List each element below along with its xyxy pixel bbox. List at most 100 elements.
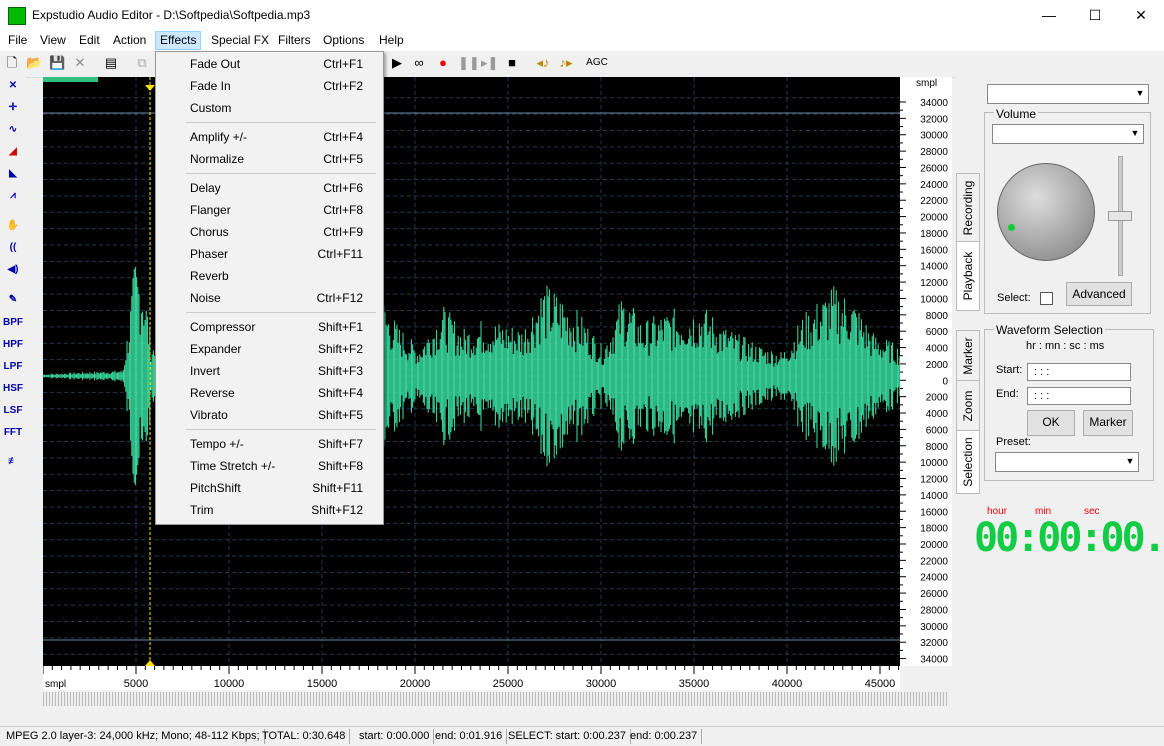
- effects-menu-item[interactable]: Expander Shift+F2: [156, 338, 383, 360]
- minimize-button[interactable]: —: [1026, 0, 1072, 30]
- amplify-icon[interactable]: ⩘: [3, 187, 23, 205]
- delete-icon[interactable]: ✕: [72, 55, 88, 71]
- save-icon[interactable]: 💾: [49, 55, 65, 71]
- effects-menu-item[interactable]: Compressor Shift+F1: [156, 316, 383, 338]
- ruler-label: 25000: [493, 678, 524, 690]
- select-checkbox[interactable]: [1040, 292, 1053, 305]
- effects-menu-item[interactable]: Noise Ctrl+F12: [156, 287, 383, 309]
- effects-menu-item[interactable]: Trim Shift+F12: [156, 499, 383, 521]
- waveform-icon[interactable]: ∿: [3, 121, 23, 139]
- cursor-icon[interactable]: ✛: [3, 99, 23, 117]
- left-tool-strip: ✕ ✛ ∿ ◢ ◣ ⩘ ✋ (( ◀) ✎ BPF HPF LPF HSF LS…: [0, 77, 26, 727]
- menu-effects[interactable]: Effects: [155, 31, 202, 50]
- fade-out-icon[interactable]: ◣: [3, 165, 23, 183]
- menu-item-label: Normalize: [190, 152, 245, 166]
- tab-recording[interactable]: Recording: [956, 173, 980, 243]
- menu-item-shortcut: Shift+F8: [317, 459, 363, 473]
- effects-menu-item[interactable]: Fade Out Ctrl+F1: [156, 53, 383, 75]
- menu-item-shortcut: Shift+F1: [317, 320, 363, 334]
- fade-in-icon[interactable]: ◢: [3, 143, 23, 161]
- speaker-left-icon[interactable]: ◂♪: [535, 55, 551, 71]
- bpf-button[interactable]: BPF: [3, 314, 23, 332]
- menu-help[interactable]: Help: [375, 32, 408, 49]
- close-button[interactable]: ✕: [1118, 0, 1164, 30]
- effects-menu-item[interactable]: Reverb: [156, 265, 383, 287]
- hsf-button[interactable]: HSF: [3, 380, 23, 398]
- end-time-field[interactable]: : : :: [1027, 387, 1131, 405]
- new-file-icon[interactable]: 🗋: [4, 55, 20, 71]
- effects-menu-item[interactable]: Reverse Shift+F4: [156, 382, 383, 404]
- horizontal-scrollbar[interactable]: [43, 692, 948, 706]
- ruler-label: 20000: [400, 678, 431, 690]
- menu-item-shortcut: Shift+F5: [317, 408, 363, 422]
- effects-menu-item[interactable]: Time Stretch +/- Shift+F8: [156, 455, 383, 477]
- tab-selection[interactable]: Selection: [956, 430, 980, 494]
- cursor-top-marker[interactable]: [145, 85, 155, 91]
- tab-playback[interactable]: Playback: [956, 241, 980, 311]
- tab-marker[interactable]: Marker: [956, 330, 980, 382]
- menu-action[interactable]: Action: [109, 32, 150, 49]
- fft-button[interactable]: FFT: [3, 424, 23, 442]
- status-total: TOTAL: 0:30.648: [258, 729, 351, 744]
- loop-icon[interactable]: ∞: [411, 55, 427, 71]
- effects-menu-item[interactable]: Amplify +/- Ctrl+F4: [156, 126, 383, 148]
- copy-icon[interactable]: ⧉: [134, 55, 150, 71]
- zoom-fit-icon[interactable]: ✕: [3, 77, 23, 95]
- effects-menu-item[interactable]: Flanger Ctrl+F8: [156, 199, 383, 221]
- speaker-icon[interactable]: ◀): [3, 261, 23, 279]
- open-folder-icon[interactable]: 📂: [26, 55, 42, 71]
- ruler-label: 28000: [920, 147, 948, 158]
- effects-menu-item[interactable]: PitchShift Shift+F11: [156, 477, 383, 499]
- effects-menu-item[interactable]: Phaser Ctrl+F11: [156, 243, 383, 265]
- record-icon[interactable]: ●: [435, 55, 451, 71]
- menu-edit[interactable]: Edit: [75, 32, 104, 49]
- menu-options[interactable]: Options: [319, 32, 368, 49]
- volume-slider-thumb[interactable]: [1108, 211, 1132, 221]
- volume-combo[interactable]: ▼: [992, 124, 1144, 144]
- preset-combo[interactable]: ▼: [995, 452, 1139, 472]
- maximize-button[interactable]: ☐: [1072, 0, 1118, 30]
- marker-button[interactable]: Marker: [1083, 410, 1133, 436]
- effects-menu-item[interactable]: Fade In Ctrl+F2: [156, 75, 383, 97]
- menu-item-label: Delay: [190, 181, 221, 195]
- effects-menu-item[interactable]: Vibrato Shift+F5: [156, 404, 383, 426]
- menu-special-fx[interactable]: Special FX: [207, 32, 273, 49]
- menu-file[interactable]: File: [4, 32, 31, 49]
- volume-label: Volume: [994, 107, 1039, 121]
- speaker-right-icon[interactable]: ♪▸: [558, 55, 574, 71]
- pause-icon[interactable]: ❚❚: [458, 55, 480, 71]
- hand-icon[interactable]: ✋: [3, 217, 23, 235]
- menu-item-shortcut: Shift+F7: [317, 437, 363, 451]
- ruler-label: 8000: [926, 311, 949, 322]
- pen-icon[interactable]: ✎: [3, 291, 23, 309]
- menu-view[interactable]: View: [36, 32, 70, 49]
- properties-icon[interactable]: ▤: [103, 55, 119, 71]
- menu-filters[interactable]: Filters: [274, 32, 315, 49]
- effects-menu-item[interactable]: Delay Ctrl+F6: [156, 177, 383, 199]
- echo-icon[interactable]: ((: [3, 239, 23, 257]
- start-time-field[interactable]: : : :: [1027, 363, 1131, 381]
- stop-icon[interactable]: ■: [504, 55, 520, 71]
- effects-menu-item[interactable]: Invert Shift+F3: [156, 360, 383, 382]
- hpf-button[interactable]: HPF: [3, 336, 23, 354]
- ruler-label: 32000: [920, 638, 948, 649]
- ruler-label: 26000: [920, 589, 948, 600]
- next-icon[interactable]: ▸❚: [481, 55, 498, 71]
- ruler-label: 6000: [926, 425, 949, 436]
- equalizer-icon[interactable]: ≢: [3, 453, 23, 471]
- lsf-button[interactable]: LSF: [3, 402, 23, 420]
- volume-knob[interactable]: [997, 163, 1095, 261]
- effects-menu-item[interactable]: Chorus Ctrl+F9: [156, 221, 383, 243]
- advanced-button[interactable]: Advanced: [1066, 282, 1132, 306]
- effects-menu-item[interactable]: Normalize Ctrl+F5: [156, 148, 383, 170]
- menu-item-label: Amplify +/-: [190, 130, 248, 144]
- tab-zoom[interactable]: Zoom: [956, 380, 980, 432]
- agc-button[interactable]: AGC: [586, 55, 608, 71]
- play-icon[interactable]: ▶: [389, 55, 405, 71]
- effects-menu-item[interactable]: Tempo +/- Shift+F7: [156, 433, 383, 455]
- ok-button[interactable]: OK: [1027, 410, 1075, 436]
- device-combo[interactable]: ▼: [987, 84, 1149, 104]
- lpf-button[interactable]: LPF: [3, 358, 23, 376]
- effects-menu-item[interactable]: Custom: [156, 97, 383, 119]
- ruler-label: 6000: [926, 327, 949, 338]
